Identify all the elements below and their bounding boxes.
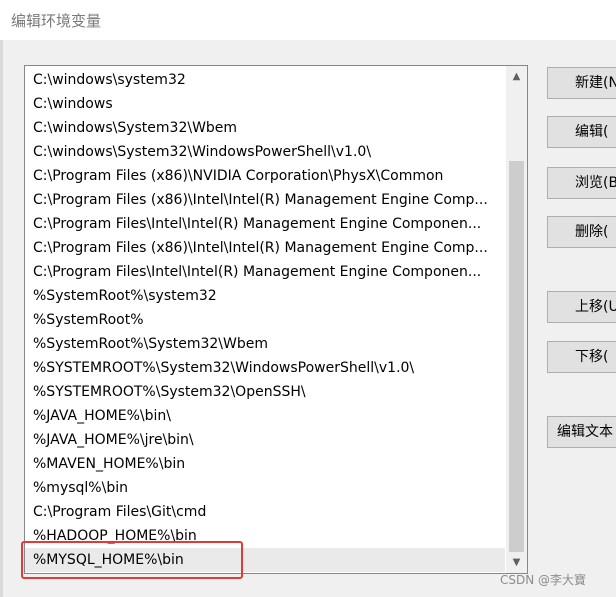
path-list-item[interactable]: %SYSTEMROOT%\System32\WindowsPowerShell\… (25, 356, 505, 380)
path-list-item[interactable]: C:\Program Files (x86)\Intel\Intel(R) Ma… (25, 188, 505, 212)
path-list-rows: C:\windows\system32 C:\windows C:\windows\… (25, 68, 505, 572)
delete-button[interactable]: 删除( (547, 216, 616, 248)
browse-button[interactable]: 浏览(B (547, 167, 616, 199)
scroll-up-icon[interactable]: ▲ (506, 66, 527, 87)
path-list-item[interactable]: C:\Program Files (x86)\NVIDIA Corporatio… (25, 164, 505, 188)
scroll-down-icon[interactable]: ▼ (506, 552, 527, 573)
edit-text-button[interactable]: 编辑文本 (547, 416, 616, 448)
path-list-item[interactable]: C:\Program Files\Intel\Intel(R) Manageme… (25, 212, 505, 236)
path-list-item[interactable]: C:\windows\System32\WindowsPowerShell\v1… (25, 140, 505, 164)
path-list-item[interactable]: C:\windows\System32\Wbem (25, 116, 505, 140)
path-list-item[interactable]: %SystemRoot%\System32\Wbem (25, 332, 505, 356)
path-list-item[interactable]: C:\windows\system32 (25, 68, 505, 92)
path-list-item[interactable]: C:\Program Files\Intel\Intel(R) Manageme… (25, 260, 505, 284)
move-down-button[interactable]: 下移( (547, 341, 616, 373)
new-button[interactable]: 新建(N (547, 67, 616, 99)
path-list-item[interactable]: %SystemRoot% (25, 308, 505, 332)
vertical-scrollbar[interactable]: ▲ ▼ (506, 66, 527, 573)
edit-button[interactable]: 编辑( (547, 116, 616, 148)
path-list-item[interactable]: %JAVA_HOME%\jre\bin\ (25, 428, 505, 452)
path-list-item[interactable]: %MAVEN_HOME%\bin (25, 452, 505, 476)
scroll-thumb[interactable] (509, 161, 524, 552)
path-list-item[interactable]: %SystemRoot%\system32 (25, 284, 505, 308)
path-list-item[interactable]: C:\Program Files\Git\cmd (25, 500, 505, 524)
title-bar: 编辑环境变量 (0, 0, 616, 40)
path-list[interactable]: C:\windows\system32 C:\windows C:\windows\… (24, 65, 528, 574)
move-up-button[interactable]: 上移(U (547, 291, 616, 323)
path-list-item[interactable]: C:\Program Files (x86)\Intel\Intel(R) Ma… (25, 236, 505, 260)
path-list-item[interactable]: C:\windows (25, 92, 505, 116)
path-list-item[interactable]: %JAVA_HOME%\bin\ (25, 404, 505, 428)
path-list-item[interactable]: %mysql%\bin (25, 476, 505, 500)
background-window-edge (0, 40, 3, 597)
path-list-item[interactable]: %SYSTEMROOT%\System32\OpenSSH\ (25, 380, 505, 404)
window-title: 编辑环境变量 (11, 12, 102, 30)
watermark: CSDN @李大寶 (500, 573, 587, 587)
selection-highlight-box (21, 541, 243, 579)
